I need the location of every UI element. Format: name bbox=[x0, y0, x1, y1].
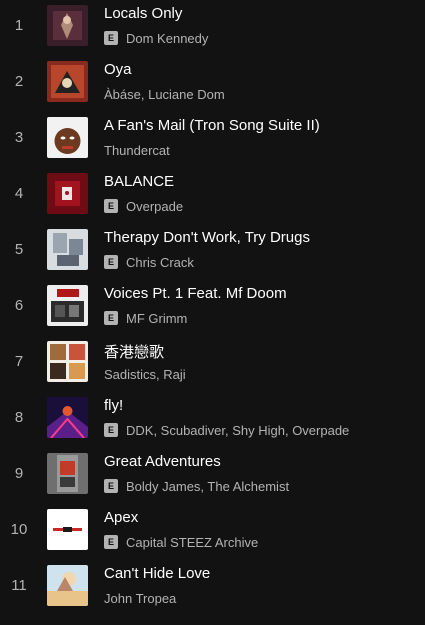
track-artists[interactable]: Àbáse, Luciane Dom bbox=[104, 87, 225, 102]
album-art[interactable] bbox=[47, 61, 88, 102]
explicit-badge: E bbox=[104, 479, 118, 493]
track-number: 7 bbox=[14, 353, 24, 370]
track-title[interactable]: A Fan's Mail (Tron Song Suite II) bbox=[104, 117, 320, 134]
track-meta: E Boldy James, The Alchemist bbox=[104, 478, 289, 494]
track-number: 10 bbox=[10, 521, 28, 538]
track-row[interactable]: 3 A Fan's Mail (Tron Song Suite II) Thun… bbox=[0, 112, 425, 168]
track-row[interactable]: 10 Apex E Capital STEEZ Archive bbox=[0, 504, 425, 560]
track-number: 3 bbox=[14, 129, 24, 146]
track-artists[interactable]: Boldy James, The Alchemist bbox=[126, 479, 289, 494]
track-artists[interactable]: Thundercat bbox=[104, 143, 170, 158]
track-number: 6 bbox=[14, 297, 24, 314]
track-row[interactable]: 11 Can't Hide Love John Tropea bbox=[0, 560, 425, 616]
apex-cover-art bbox=[47, 509, 88, 550]
track-artists[interactable]: John Tropea bbox=[104, 591, 176, 606]
track-row[interactable]: 4 BALANCE E Overpade bbox=[0, 168, 425, 224]
locals-only-cover-art bbox=[47, 5, 88, 46]
track-row[interactable]: 9 Great Adventures E Boldy James, The Al… bbox=[0, 448, 425, 504]
explicit-badge: E bbox=[104, 423, 118, 437]
track-row[interactable]: 8 fly! E DDK, Scubadiver, Shy High, Over… bbox=[0, 392, 425, 448]
track-row[interactable]: 7 香港戀歌 Sadistics, Raji bbox=[0, 336, 425, 392]
track-title[interactable]: Great Adventures bbox=[104, 453, 221, 470]
track-meta: E Capital STEEZ Archive bbox=[104, 534, 258, 550]
track-number: 5 bbox=[14, 241, 24, 258]
track-artists[interactable]: Overpade bbox=[126, 199, 183, 214]
album-art[interactable] bbox=[47, 173, 88, 214]
album-art[interactable] bbox=[47, 117, 88, 158]
track-artists[interactable]: MF Grimm bbox=[126, 311, 187, 326]
track-meta: John Tropea bbox=[104, 590, 176, 606]
track-title[interactable]: 香港戀歌 bbox=[104, 341, 164, 362]
track-title[interactable]: Therapy Don't Work, Try Drugs bbox=[104, 229, 310, 246]
track-number: 4 bbox=[14, 185, 24, 202]
cant-hide-love-cover-art bbox=[47, 565, 88, 606]
album-art[interactable] bbox=[47, 229, 88, 270]
track-artists[interactable]: Sadistics, Raji bbox=[104, 367, 186, 382]
explicit-badge: E bbox=[104, 535, 118, 549]
track-title[interactable]: Voices Pt. 1 Feat. Mf Doom bbox=[104, 285, 287, 302]
explicit-badge: E bbox=[104, 31, 118, 45]
track-row[interactable]: 5 Therapy Don't Work, Try Drugs E Chris … bbox=[0, 224, 425, 280]
track-artists[interactable]: Capital STEEZ Archive bbox=[126, 535, 258, 550]
track-title[interactable]: Apex bbox=[104, 509, 138, 526]
track-meta: E Chris Crack bbox=[104, 254, 194, 270]
drunk-cover-art bbox=[47, 117, 88, 158]
track-number: 9 bbox=[14, 465, 24, 482]
track-meta: Thundercat bbox=[104, 142, 170, 158]
track-row[interactable]: 2 Oya Àbáse, Luciane Dom bbox=[0, 56, 425, 112]
track-artists[interactable]: Chris Crack bbox=[126, 255, 194, 270]
album-art[interactable] bbox=[47, 453, 88, 494]
track-number: 11 bbox=[11, 577, 27, 594]
track-title[interactable]: BALANCE bbox=[104, 173, 174, 190]
album-art[interactable] bbox=[47, 341, 88, 382]
track-meta: E Overpade bbox=[104, 198, 183, 214]
track-meta: E Dom Kennedy bbox=[104, 30, 208, 46]
track-number: 8 bbox=[14, 409, 24, 426]
track-title[interactable]: Oya bbox=[104, 61, 132, 78]
album-art[interactable] bbox=[47, 509, 88, 550]
track-title[interactable]: fly! bbox=[104, 397, 123, 414]
great-adventures-cover-art bbox=[47, 453, 88, 494]
track-row[interactable]: 1 Locals Only E Dom Kennedy bbox=[0, 0, 425, 56]
oya-cover-art bbox=[47, 61, 88, 102]
hong-kong-cover-art bbox=[47, 341, 88, 382]
track-meta: E MF Grimm bbox=[104, 310, 187, 326]
explicit-badge: E bbox=[104, 311, 118, 325]
album-art[interactable] bbox=[47, 397, 88, 438]
track-number: 2 bbox=[14, 73, 24, 90]
track-artists[interactable]: DDK, Scubadiver, Shy High, Overpade bbox=[126, 423, 349, 438]
tracklist: 1 Locals Only E Dom Kennedy 2 Oya Àbáse,… bbox=[0, 0, 425, 625]
balance-cover-art bbox=[47, 173, 88, 214]
therapy-cover-art bbox=[47, 229, 88, 270]
album-art[interactable] bbox=[47, 285, 88, 326]
fly-cover-art bbox=[47, 397, 88, 438]
track-artists[interactable]: Dom Kennedy bbox=[126, 31, 208, 46]
track-title[interactable]: Can't Hide Love bbox=[104, 565, 210, 582]
track-title[interactable]: Locals Only bbox=[104, 5, 182, 22]
track-meta: E DDK, Scubadiver, Shy High, Overpade bbox=[104, 422, 349, 438]
track-meta: Àbáse, Luciane Dom bbox=[104, 86, 225, 102]
album-art[interactable] bbox=[47, 565, 88, 606]
track-row[interactable]: 6 Voices Pt. 1 Feat. Mf Doom E MF Grimm bbox=[0, 280, 425, 336]
explicit-badge: E bbox=[104, 199, 118, 213]
track-meta: Sadistics, Raji bbox=[104, 366, 186, 382]
voices-cover-art bbox=[47, 285, 88, 326]
explicit-badge: E bbox=[104, 255, 118, 269]
track-number: 1 bbox=[14, 17, 24, 34]
album-art[interactable] bbox=[47, 5, 88, 46]
